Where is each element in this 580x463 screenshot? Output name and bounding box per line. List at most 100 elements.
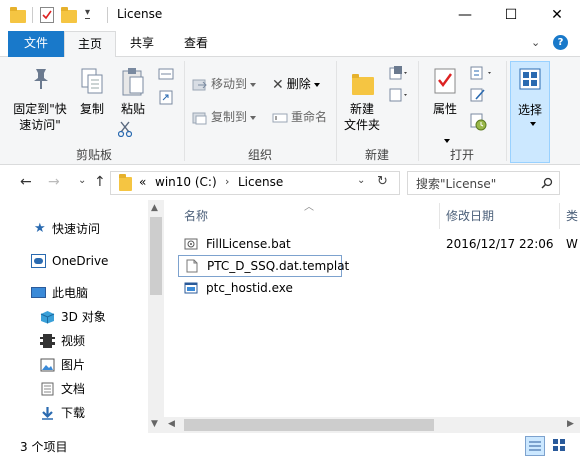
breadcrumb-segment[interactable]: win10 (C:) [155,175,217,189]
sort-ascending-icon: ︿ [304,202,314,213]
nav-item-3d-objects[interactable]: 3D 对象 [0,305,148,329]
open-icon[interactable] [470,65,496,81]
horizontal-scrollbar-thumb[interactable] [184,419,434,431]
forward-arrow-icon[interactable]: → [48,174,60,190]
move-to-icon [192,79,207,90]
chevron-down-icon[interactable] [444,139,450,143]
batch-file-icon [184,238,198,250]
pin-icon [34,69,48,89]
rename-button[interactable]: 重命名 [272,106,327,128]
copy-button[interactable]: 复制 [76,61,110,143]
column-separator[interactable] [559,203,560,229]
nav-item-quick-access[interactable]: ★ 快速访问 [0,217,148,241]
minimize-button[interactable]: — [442,0,488,31]
status-bar: 3 个项目 [0,433,580,463]
chevron-down-icon[interactable]: ⌄ [78,175,86,186]
close-button[interactable]: ✕ [534,0,580,31]
nav-item-pictures[interactable]: 图片 [0,353,148,377]
tab-share[interactable]: 共享 [116,31,168,57]
chevron-down-icon[interactable]: ▾ [85,8,91,19]
large-icons-view-icon[interactable] [550,436,570,456]
move-to-button[interactable]: 移动到 [192,73,257,95]
cut-icon[interactable] [118,121,132,137]
move-to-label: 移动到 [211,77,248,91]
properties-quick-icon[interactable] [40,7,54,23]
group-separator [418,61,419,161]
cube-icon [40,311,55,324]
nav-item-label: OneDrive [52,254,109,268]
copy-to-label: 复制到 [211,110,248,124]
divider [32,7,33,23]
easy-access-icon[interactable] [389,87,409,103]
rename-label: 重命名 [291,110,328,124]
search-placeholder: 搜索"License" [416,177,497,191]
copy-path-icon[interactable] [158,67,174,81]
cloud-icon [31,254,46,268]
properties-button[interactable]: 属性 [424,61,466,133]
video-icon [40,334,55,348]
chevron-down-icon [250,82,257,87]
new-folder-quick-icon[interactable] [61,7,77,23]
new-folder-button[interactable]: 新建 文件夹 [340,61,384,143]
divider [107,7,108,23]
chevron-down-icon[interactable]: ⌄ [357,175,365,186]
scroll-down-icon[interactable]: ▼ [151,419,158,429]
address-bar[interactable]: « win10 (C:) › License ⌄ ↻ [110,171,400,195]
file-row[interactable]: ptc_hostid.exe [178,277,580,299]
column-header-date[interactable]: 修改日期 [446,205,494,227]
tab-file[interactable]: 文件 [8,31,64,57]
copy-to-button[interactable]: 复制到 [192,106,257,128]
search-input[interactable]: 搜索"License" [407,171,560,195]
refresh-icon[interactable]: ↻ [377,174,388,189]
column-separator[interactable] [439,203,440,229]
nav-item-documents[interactable]: 文档 [0,377,148,401]
column-header-name[interactable]: 名称 [184,205,208,227]
star-icon: ★ [34,221,46,236]
maximize-button[interactable]: ☐ [488,0,534,31]
breadcrumb-overflow[interactable]: « [139,175,146,189]
up-arrow-icon[interactable]: ↑ [94,174,106,190]
paste-button[interactable]: 粘贴 [114,61,152,121]
nav-item-this-pc[interactable]: 此电脑 [0,281,148,305]
delete-button[interactable]: ✕ 删除 [272,73,320,95]
history-icon[interactable] [470,113,488,131]
select-label: 选择 [517,103,542,117]
nav-item-label: 文档 [61,382,86,396]
details-view-icon[interactable] [525,436,545,456]
select-button[interactable]: 选择 [510,61,550,163]
search-icon[interactable] [541,177,553,189]
nav-item-label: 视频 [61,334,86,348]
scroll-up-icon[interactable]: ▲ [151,203,158,213]
collapse-ribbon-icon[interactable]: ⌄ [531,36,540,49]
file-row-renaming[interactable]: PTC_D_SSQ.dat.templat [178,255,349,277]
edit-icon[interactable] [470,87,486,103]
chevron-right-icon[interactable]: › [225,175,229,188]
file-row[interactable]: FillLicense.bat 2016/12/17 22:06 W [178,233,580,255]
window-title: License [117,7,163,21]
folder-icon [10,7,26,23]
column-header-type[interactable]: 类 [566,205,578,227]
new-item-icon[interactable] [389,65,409,81]
scroll-right-icon[interactable]: ▶ [567,419,574,429]
nav-item-downloads[interactable]: 下载 [0,401,148,425]
nav-item-onedrive[interactable]: OneDrive [0,249,148,273]
tab-home[interactable]: 主页 [64,31,116,58]
pin-quick-access-button[interactable]: 固定到"快 速访问" [6,61,74,143]
back-arrow-icon[interactable]: ← [20,174,32,190]
group-separator [506,61,507,161]
breadcrumb-segment[interactable]: License [238,175,283,189]
delete-icon: ✕ [272,76,284,93]
chevron-down-icon [530,122,536,126]
help-icon[interactable]: ? [553,35,568,50]
nav-item-videos[interactable]: 视频 [0,329,148,353]
rename-icon [272,113,288,122]
chevron-down-icon [250,115,257,120]
nav-scrollbar-thumb[interactable] [150,217,162,295]
paste-shortcut-icon[interactable] [158,89,174,105]
file-list: ︿ 名称 修改日期 类 FillLicense.bat 2016/12/17 2… [164,200,580,433]
scroll-left-icon[interactable]: ◀ [168,419,175,429]
exe-file-icon [184,282,198,294]
file-name[interactable]: PTC_D_SSQ.dat.templat [207,255,349,277]
tab-view[interactable]: 查看 [168,31,224,57]
nav-item-label: 图片 [61,358,86,372]
